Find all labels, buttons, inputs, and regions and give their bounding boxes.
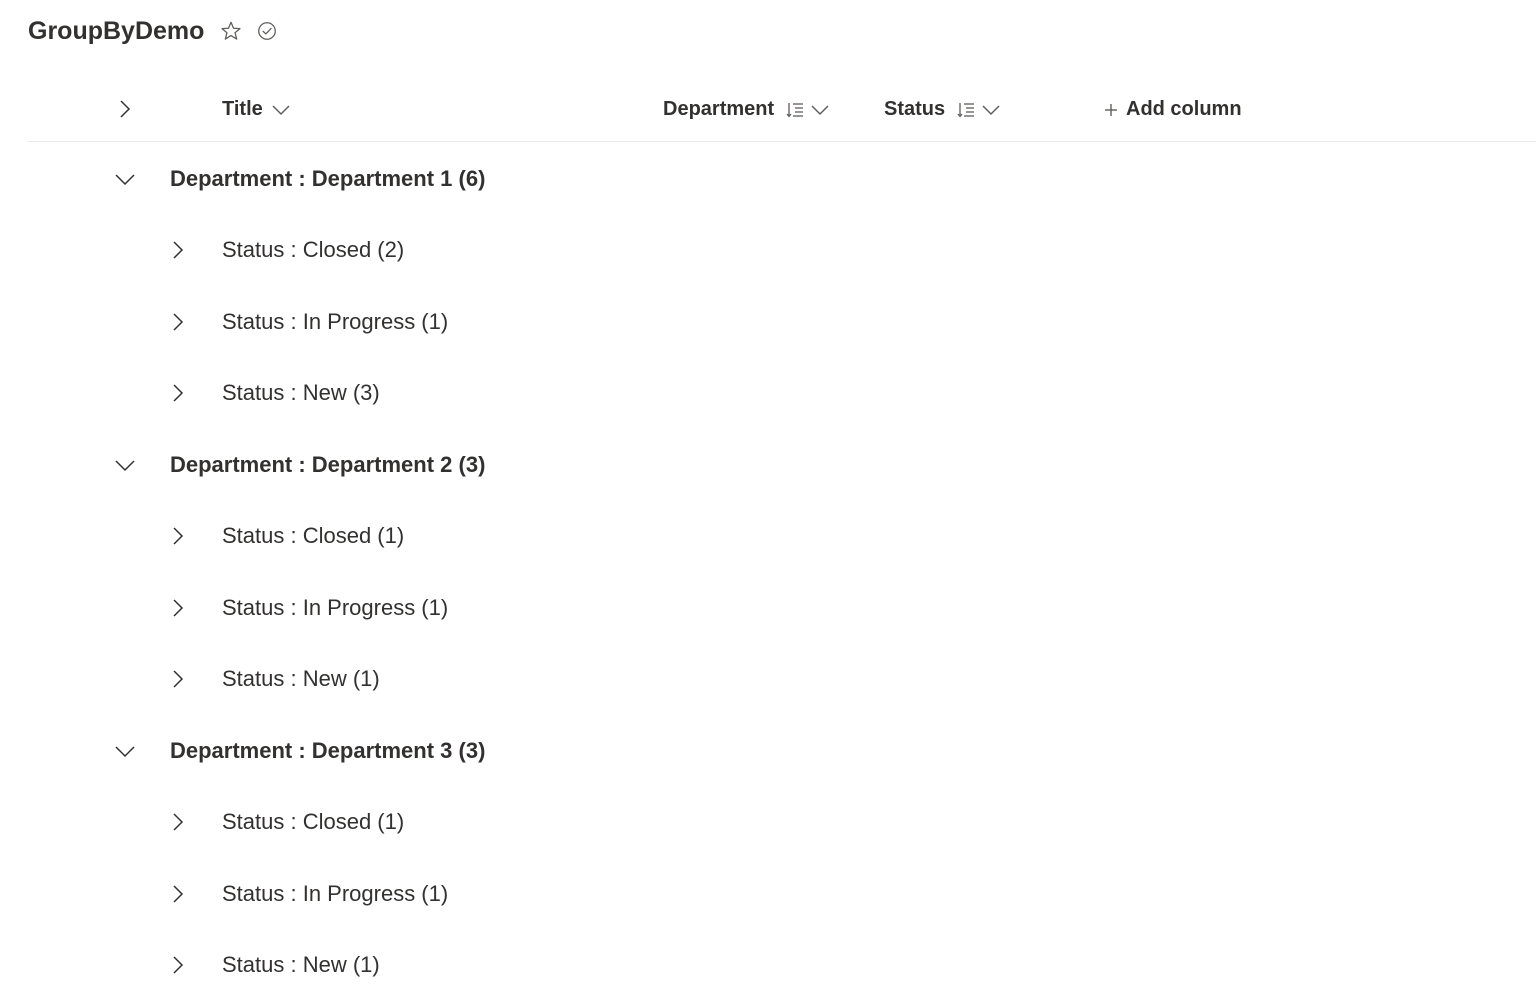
subgroup-header-status[interactable]: Status : New (1) — [28, 643, 1536, 714]
expand-all-chevron-right-icon[interactable] — [112, 96, 138, 122]
group-by-icon — [786, 101, 804, 119]
subgroup-label: Status : Closed (2) — [222, 236, 405, 262]
chevron-right-icon[interactable] — [165, 595, 191, 621]
add-column-label: Add column — [1126, 98, 1242, 120]
subgroup-label: Status : In Progress (1) — [222, 308, 449, 334]
chevron-down-icon[interactable] — [112, 738, 138, 764]
subgroup-label: Status : In Progress (1) — [222, 594, 449, 620]
column-header-title[interactable]: Title — [222, 78, 291, 141]
group-header-department-2[interactable]: Department : Department 2 (3) — [28, 429, 1536, 500]
subgroup-header-status[interactable]: Status : New (3) — [28, 357, 1536, 428]
chevron-right-icon[interactable] — [165, 237, 191, 263]
subgroup-header-status[interactable]: Status : Closed (1) — [28, 786, 1536, 857]
chevron-down-icon — [810, 103, 830, 117]
subgroup-header-status[interactable]: Status : In Progress (1) — [28, 572, 1536, 643]
plus-icon — [1104, 103, 1118, 117]
list-page: GroupByDemo Title Department Status Add … — [0, 0, 1536, 1005]
subgroup-header-status[interactable]: Status : New (1) — [28, 929, 1536, 1000]
subgroup-label: Status : New (3) — [222, 379, 380, 405]
column-header-title-label: Title — [222, 98, 263, 120]
subgroup-header-status[interactable]: Status : In Progress (1) — [28, 858, 1536, 929]
column-header-status-label: Status — [884, 98, 946, 120]
star-icon[interactable] — [218, 18, 244, 44]
column-header-department-label: Department — [663, 98, 775, 120]
group-by-icon — [957, 101, 975, 119]
column-header-status[interactable]: Status — [884, 78, 1001, 141]
column-header-row: Title Department Status Add column — [28, 78, 1536, 142]
subgroup-header-status[interactable]: Status : In Progress (1) — [28, 286, 1536, 357]
group-header-department-3[interactable]: Department : Department 3 (3) — [28, 715, 1536, 786]
group-header-department-1[interactable]: Department : Department 1 (6) — [28, 143, 1536, 214]
chevron-right-icon[interactable] — [165, 309, 191, 335]
chevron-down-icon[interactable] — [112, 452, 138, 478]
chevron-right-icon[interactable] — [165, 666, 191, 692]
chevron-right-icon[interactable] — [165, 523, 191, 549]
chevron-down-icon[interactable] — [112, 166, 138, 192]
subgroup-label: Status : New (1) — [222, 951, 380, 977]
subgroup-label: Status : Closed (1) — [222, 522, 405, 548]
column-header-department[interactable]: Department — [663, 78, 830, 141]
subgroup-header-status[interactable]: Status : Closed (1) — [28, 500, 1536, 571]
subgroup-label: Status : New (1) — [222, 665, 380, 691]
check-circle-icon[interactable] — [254, 18, 280, 44]
group-label: Department : Department 1 (6) — [170, 165, 486, 191]
chevron-down-icon — [981, 103, 1001, 117]
chevron-right-icon[interactable] — [165, 380, 191, 406]
subgroup-header-status[interactable]: Status : Closed (2) — [28, 214, 1536, 285]
chevron-down-icon — [271, 103, 291, 117]
group-label: Department : Department 3 (3) — [170, 737, 486, 763]
list-title: GroupByDemo — [28, 16, 205, 45]
group-label: Department : Department 2 (3) — [170, 451, 486, 477]
subgroup-label: Status : Closed (1) — [222, 808, 405, 834]
chevron-right-icon[interactable] — [165, 881, 191, 907]
chevron-right-icon[interactable] — [165, 809, 191, 835]
subgroup-label: Status : In Progress (1) — [222, 880, 449, 906]
add-column-button[interactable]: Add column — [1104, 78, 1242, 141]
list-title-bar: GroupByDemo — [28, 12, 280, 50]
chevron-right-icon[interactable] — [165, 952, 191, 978]
